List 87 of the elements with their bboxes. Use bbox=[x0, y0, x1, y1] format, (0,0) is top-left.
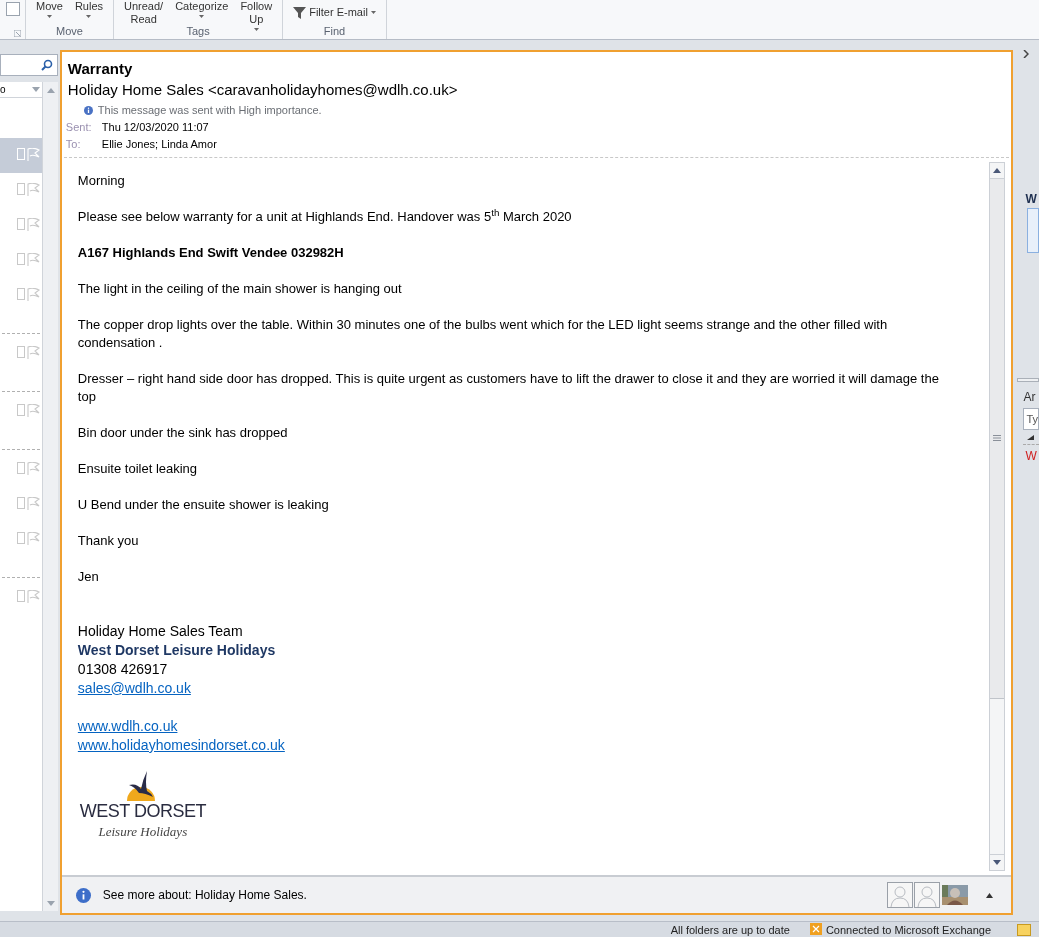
sort-icon[interactable] bbox=[1027, 435, 1035, 440]
expand-icon[interactable] bbox=[1023, 50, 1030, 58]
status-text: Connected to Microsoft Exchange bbox=[825, 922, 991, 937]
person-silhouette-icon bbox=[890, 885, 911, 907]
category-box-icon[interactable] bbox=[17, 404, 25, 416]
contact-avatar[interactable] bbox=[887, 882, 914, 908]
sort-caret-icon[interactable] bbox=[32, 87, 40, 92]
signature-line: West Dorset Leisure Holidays bbox=[77, 640, 277, 660]
flag-icon[interactable] bbox=[27, 462, 40, 475]
dialog-launcher-icon[interactable] bbox=[14, 30, 21, 37]
field-value: Ellie Jones; Linda Amor bbox=[101, 136, 217, 152]
people-pane-text: See more about: Holiday Home Sales. bbox=[102, 887, 308, 904]
scrollbar[interactable] bbox=[989, 161, 1006, 871]
body-paragraph: A167 Highlands End Swift Vendee 032982H bbox=[77, 243, 345, 262]
category-box-icon[interactable] bbox=[17, 497, 25, 509]
ribbon-button[interactable]: Move bbox=[34, 0, 65, 18]
category-box-icon[interactable] bbox=[17, 288, 25, 300]
category-box-icon[interactable] bbox=[17, 218, 25, 230]
category-box-icon[interactable] bbox=[17, 253, 25, 265]
sender-name: Holiday Home Sales <caravanholidayhomes@wdlh.co.uk> bbox=[67, 80, 459, 100]
category-box-icon[interactable] bbox=[17, 346, 25, 358]
section-label: Ar bbox=[1023, 389, 1037, 406]
splitter-handle[interactable] bbox=[1017, 378, 1039, 382]
scroll-down-icon[interactable] bbox=[993, 860, 1002, 865]
body-paragraph: Dresser – right hand side door has dropped. This is quite urgent as customers have to lift the drawer to close it and they are worried it will damage the top bbox=[77, 369, 940, 406]
category-box-icon[interactable] bbox=[17, 183, 25, 195]
flag-icon[interactable] bbox=[27, 590, 40, 603]
logo-text: WEST DORSET bbox=[79, 800, 206, 821]
person-silhouette-icon bbox=[917, 885, 938, 907]
dropdown-button[interactable] bbox=[5, 2, 20, 16]
field-value: Thu 12/03/2020 11:07 bbox=[101, 119, 209, 135]
filter-icon bbox=[293, 6, 307, 19]
flag-icon[interactable] bbox=[27, 346, 40, 359]
body-paragraph: Jen bbox=[77, 567, 100, 586]
pane-title: W bbox=[1025, 192, 1038, 206]
category-box-icon[interactable] bbox=[17, 590, 25, 602]
flag-icon[interactable] bbox=[27, 497, 40, 510]
logo-tagline: Leisure Holidays bbox=[98, 822, 188, 841]
ribbon-button[interactable]: Follow Up bbox=[238, 0, 275, 31]
task-item[interactable]: W bbox=[1025, 447, 1039, 465]
search-icon bbox=[40, 59, 53, 71]
signature-line: 01308 426917 bbox=[77, 659, 169, 679]
ribbon-button[interactable]: Categorize bbox=[173, 0, 231, 18]
ribbon-button[interactable]: Rules bbox=[72, 0, 106, 18]
info-icon bbox=[83, 105, 93, 115]
column-header[interactable]: o bbox=[0, 83, 6, 96]
category-box-icon[interactable] bbox=[17, 532, 25, 544]
flag-icon[interactable] bbox=[27, 288, 40, 301]
category-box-icon[interactable] bbox=[17, 462, 25, 474]
search-field[interactable] bbox=[0, 54, 58, 76]
signature-line: Holiday Home Sales Team bbox=[77, 621, 244, 641]
flag-icon[interactable] bbox=[27, 183, 40, 196]
field-label: To: bbox=[65, 136, 82, 152]
ribbon-button[interactable]: Filter E-mail bbox=[291, 0, 378, 19]
info-icon bbox=[75, 887, 91, 903]
body-paragraph: Morning bbox=[77, 171, 126, 190]
body-paragraph: The light in the ceiling of the main shower is hanging out bbox=[77, 279, 403, 298]
body-paragraph: Thank you bbox=[77, 531, 140, 550]
flag-icon[interactable] bbox=[27, 532, 40, 545]
signature-link[interactable]: www.wdlh.co.uk bbox=[77, 717, 178, 734]
signature-link[interactable]: sales@wdlh.co.uk bbox=[77, 679, 191, 696]
flag-icon[interactable] bbox=[27, 218, 40, 231]
body-paragraph: Please see below warranty for a unit at Highlands End. Handover was 5$^{th}$ March 2020 bbox=[77, 207, 573, 226]
flag-icon[interactable] bbox=[27, 253, 40, 266]
body-paragraph: U Bend under the ensuite shower is leaking bbox=[77, 495, 330, 514]
body-paragraph: Ensuite toilet leaking bbox=[77, 459, 199, 478]
exchange-icon bbox=[809, 922, 822, 935]
field-label: Sent: bbox=[65, 119, 93, 135]
group-label: Find bbox=[323, 25, 346, 38]
flag-icon[interactable] bbox=[27, 404, 40, 417]
task-input-field[interactable]: Ty bbox=[1023, 408, 1039, 430]
status-text: All folders are up to date bbox=[670, 922, 790, 937]
view-button[interactable] bbox=[1017, 923, 1031, 936]
group-label: Move bbox=[56, 25, 83, 38]
grip-icon bbox=[993, 435, 1002, 441]
body-paragraph: Bin door under the sink has dropped bbox=[77, 423, 289, 442]
collapse-icon[interactable] bbox=[986, 892, 994, 898]
scroll-thumb[interactable] bbox=[990, 178, 1005, 699]
contact-avatar[interactable] bbox=[914, 882, 941, 908]
importance-note: This message was sent with High importance. bbox=[97, 103, 322, 118]
ribbon-button[interactable]: Unread/ Read bbox=[122, 0, 166, 26]
signature-link[interactable]: www.holidayhomesindorset.co.uk bbox=[77, 736, 285, 753]
scroll-up-icon[interactable] bbox=[993, 167, 1002, 173]
body-paragraph: The copper drop lights over the table. Within 30 minutes one of the bulbs went which for the LED light seems strange and the other filled with condensation . bbox=[77, 315, 889, 352]
message-subject: Warranty bbox=[67, 59, 134, 79]
group-label: Tags bbox=[186, 25, 210, 38]
calendar-preview bbox=[1027, 208, 1039, 253]
